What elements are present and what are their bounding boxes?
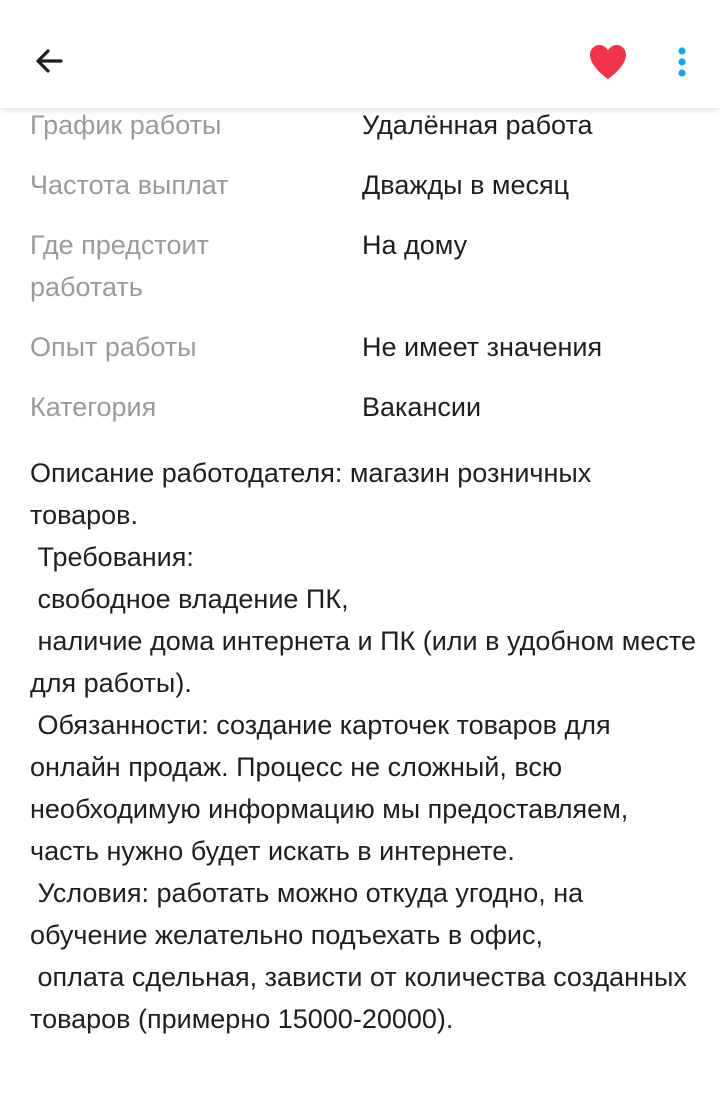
detail-row-payment-frequency: Частота выплат Дважды в месяц bbox=[0, 164, 720, 224]
heart-icon bbox=[590, 45, 626, 79]
detail-value: Дважды в месяц bbox=[362, 170, 570, 200]
favorite-button[interactable] bbox=[584, 38, 632, 86]
detail-row-experience: Опыт работы Не имеет значения bbox=[0, 326, 720, 386]
more-options-button[interactable] bbox=[662, 38, 702, 86]
detail-label: График работы bbox=[30, 110, 222, 140]
more-vertical-icon bbox=[678, 47, 686, 77]
detail-label: Частота выплат bbox=[30, 170, 229, 200]
detail-label: Где предстоит работать bbox=[30, 230, 209, 302]
detail-value: На дому bbox=[362, 230, 468, 260]
job-details: График работы Удалённая работа Частота в… bbox=[0, 96, 720, 446]
arrow-left-icon bbox=[36, 49, 63, 73]
detail-label: Опыт работы bbox=[30, 332, 197, 362]
job-description: Описание работодателя: магазин розничных… bbox=[30, 458, 696, 1034]
back-button[interactable] bbox=[26, 38, 72, 84]
detail-row-category: Категория Вакансии bbox=[0, 386, 720, 446]
detail-value: Вакансии bbox=[362, 392, 482, 422]
detail-value: Не имеет значения bbox=[362, 332, 603, 362]
detail-row-work-location: Где предстоит работать На дому bbox=[0, 224, 720, 326]
top-app-bar bbox=[0, 0, 720, 108]
detail-value: Удалённая работа bbox=[362, 110, 593, 140]
detail-label: Категория bbox=[30, 392, 157, 422]
